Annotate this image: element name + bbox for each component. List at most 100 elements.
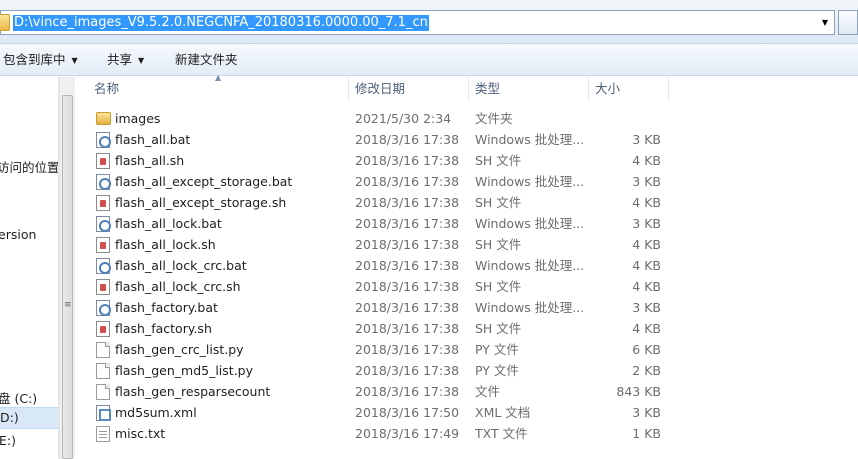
file-name: flash_all_lock.bat xyxy=(115,216,222,231)
file-row[interactable]: flash_all_lock_crc.sh 2018/3/16 17:38 SH 文… xyxy=(76,276,858,297)
file-type: 文件 xyxy=(475,384,501,399)
file-date: 2018/3/16 17:38 xyxy=(355,258,460,273)
file-size: 6 KB xyxy=(632,342,661,357)
column-header-type[interactable]: 类型 xyxy=(475,77,500,101)
folder-icon xyxy=(96,112,111,125)
nav-item-recent-places[interactable]: 访问的位置 xyxy=(0,157,58,176)
file-size: 4 KB xyxy=(632,195,661,210)
file-date: 2021/5/30 2:34 xyxy=(355,111,452,126)
nav-item-drive-c[interactable]: 盘 (C:) xyxy=(0,388,37,407)
share-label: 共享 xyxy=(107,52,133,67)
file-type: SH 文件 xyxy=(475,153,522,168)
file-type: Windows 批处理... xyxy=(475,300,585,315)
file-type: Windows 批处理... xyxy=(475,216,585,231)
bat-file-icon xyxy=(96,300,111,316)
file-size: 3 KB xyxy=(632,132,661,147)
bat-file-icon xyxy=(96,174,111,190)
file-list: ▲ 名称 修改日期 类型 大小 images 2021/5/30 2:34 文件夹 f… xyxy=(76,73,858,459)
file-date: 2018/3/16 17:38 xyxy=(355,153,460,168)
file-name: flash_all_lock_crc.sh xyxy=(115,279,241,294)
file-type: SH 文件 xyxy=(475,195,522,210)
file-row[interactable]: flash_all_lock.sh 2018/3/16 17:38 SH 文件 4 K… xyxy=(76,234,858,255)
address-bar-area: D:\vince_images_V9.5.2.0.NEGCNFA_2018031… xyxy=(0,0,858,44)
file-row[interactable]: flash_all_lock.bat 2018/3/16 17:38 Windows… xyxy=(76,213,858,234)
file-name: flash_all_except_storage.sh xyxy=(115,195,287,210)
file-row[interactable]: flash_all_except_storage.sh 2018/3/16 17:… xyxy=(76,192,858,213)
nav-item-drive-d[interactable]: D:) xyxy=(0,407,58,429)
nav-scrollbar[interactable]: ≡ xyxy=(59,77,75,459)
file-date: 2018/3/16 17:38 xyxy=(355,132,460,147)
column-divider[interactable] xyxy=(588,77,589,101)
file-date: 2018/3/16 17:38 xyxy=(355,216,460,231)
file-row[interactable]: flash_gen_md5_list.py 2018/3/16 17:38 PY 文… xyxy=(76,360,858,381)
file-row[interactable]: flash_gen_crc_list.py 2018/3/16 17:38 PY 文… xyxy=(76,339,858,360)
file-date: 2018/3/16 17:50 xyxy=(355,405,460,420)
file-name: flash_gen_crc_list.py xyxy=(115,342,244,357)
xml-file-icon xyxy=(96,405,111,421)
file-row[interactable]: flash_factory.sh 2018/3/16 17:38 SH 文件 4 KB xyxy=(76,318,858,339)
column-header-size[interactable]: 大小 xyxy=(595,77,620,101)
column-divider[interactable] xyxy=(348,77,349,101)
sh-file-icon xyxy=(96,279,110,295)
bat-file-icon xyxy=(96,258,111,274)
file-row[interactable]: flash_all.sh 2018/3/16 17:38 SH 文件 4 KB xyxy=(76,150,858,171)
file-row[interactable]: misc.txt 2018/3/16 17:49 TXT 文件 1 KB xyxy=(76,423,858,444)
toolbar: 包含到库中 ▼ 共享 ▼ 新建文件夹 xyxy=(0,44,858,76)
file-size: 3 KB xyxy=(632,216,661,231)
file-size: 4 KB xyxy=(632,153,661,168)
generic-file-icon xyxy=(96,384,110,400)
include-in-library-button[interactable]: 包含到库中 ▼ xyxy=(3,51,78,69)
file-name: md5sum.xml xyxy=(115,405,197,420)
column-header-date[interactable]: 修改日期 xyxy=(355,77,405,101)
file-date: 2018/3/16 17:38 xyxy=(355,195,460,210)
new-folder-label: 新建文件夹 xyxy=(175,52,238,67)
column-divider[interactable] xyxy=(468,77,469,101)
file-size: 4 KB xyxy=(632,279,661,294)
chevron-down-icon[interactable]: ▼ xyxy=(817,12,833,33)
file-type: PY 文件 xyxy=(475,363,519,378)
file-name: flash_factory.bat xyxy=(115,300,218,315)
bat-file-icon xyxy=(96,132,111,148)
new-folder-button[interactable]: 新建文件夹 xyxy=(175,51,238,69)
address-path[interactable]: D:\vince_images_V9.5.2.0.NEGCNFA_2018031… xyxy=(13,15,429,31)
nav-item-version[interactable]: ersion xyxy=(0,227,36,242)
file-date: 2018/3/16 17:38 xyxy=(355,384,460,399)
share-button[interactable]: 共享 ▼ xyxy=(107,51,144,69)
navigation-pane: 访问的位置 ersion 盘 (C:) D:) E:) xyxy=(0,77,59,459)
column-header-name[interactable]: 名称 xyxy=(94,77,119,101)
folder-icon xyxy=(0,14,10,31)
file-row[interactable]: flash_all_lock_crc.bat 2018/3/16 17:38 Win… xyxy=(76,255,858,276)
nav-item-drive-d-label: D:) xyxy=(0,410,19,425)
refresh-button[interactable] xyxy=(838,10,858,35)
bat-file-icon xyxy=(96,216,111,232)
file-size: 3 KB xyxy=(632,174,661,189)
file-name: flash_gen_md5_list.py xyxy=(115,363,253,378)
file-row[interactable]: images 2021/5/30 2:34 文件夹 xyxy=(76,108,858,129)
file-row[interactable]: md5sum.xml 2018/3/16 17:50 XML 文档 3 KB xyxy=(76,402,858,423)
file-type: 文件夹 xyxy=(475,111,513,126)
file-size: 4 KB xyxy=(632,321,661,336)
file-row[interactable]: flash_all_except_storage.bat 2018/3/16 17… xyxy=(76,171,858,192)
column-divider[interactable] xyxy=(668,77,669,101)
sh-file-icon xyxy=(96,153,110,169)
sh-file-icon xyxy=(96,195,110,211)
file-row[interactable]: flash_factory.bat 2018/3/16 17:38 Windows … xyxy=(76,297,858,318)
file-date: 2018/3/16 17:49 xyxy=(355,426,460,441)
file-date: 2018/3/16 17:38 xyxy=(355,279,460,294)
chevron-down-icon: ▼ xyxy=(71,56,78,65)
file-name: images xyxy=(115,111,161,126)
file-row[interactable]: flash_gen_resparsecount 2018/3/16 17:38 文件… xyxy=(76,381,858,402)
sh-file-icon xyxy=(96,237,110,253)
file-row[interactable]: flash_all.bat 2018/3/16 17:38 Windows 批处理.… xyxy=(76,129,858,150)
file-type: XML 文档 xyxy=(475,405,531,420)
address-bar[interactable]: D:\vince_images_V9.5.2.0.NEGCNFA_2018031… xyxy=(0,10,835,35)
file-date: 2018/3/16 17:38 xyxy=(355,174,460,189)
nav-item-drive-e[interactable]: E:) xyxy=(0,433,16,448)
file-size: 1 KB xyxy=(632,426,661,441)
file-type: Windows 批处理... xyxy=(475,174,585,189)
file-date: 2018/3/16 17:38 xyxy=(355,363,460,378)
file-name: flash_gen_resparsecount xyxy=(115,384,271,399)
file-name: flash_factory.sh xyxy=(115,321,212,336)
scrollbar-thumb[interactable]: ≡ xyxy=(62,95,73,459)
file-size: 4 KB xyxy=(632,258,661,273)
